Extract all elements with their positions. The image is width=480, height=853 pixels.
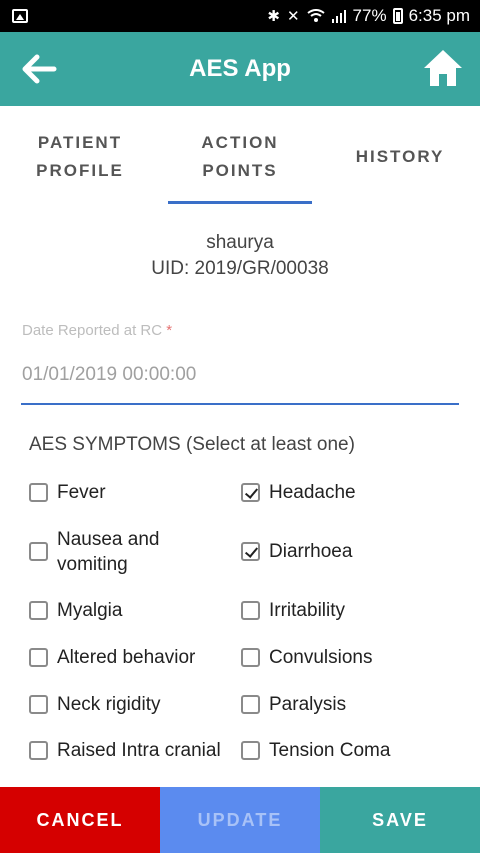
symptom-convulsions[interactable]: Convulsions — [241, 645, 373, 670]
symptom-label: Altered behavior — [57, 647, 196, 668]
symptom-label: Irritability — [269, 600, 346, 621]
symptom-headache[interactable]: Headache — [241, 480, 356, 505]
status-right: ✱ ✕ 77% 6:35 pm — [267, 6, 470, 26]
symptom-neck-rigidity[interactable]: Neck rigidity — [29, 692, 160, 717]
symptom-nausea-vomiting[interactable]: Nausea and vomiting — [29, 527, 159, 577]
symptom-irritability[interactable]: Irritability — [241, 598, 345, 623]
checkbox[interactable] — [29, 483, 48, 502]
symptom-label-line: vomiting — [57, 554, 128, 575]
symptom-label-line: Nausea and — [57, 529, 160, 550]
symptom-tension-coma[interactable]: Tension Coma — [241, 738, 390, 763]
checkbox[interactable] — [241, 483, 260, 502]
symptom-myalgia[interactable]: Myalgia — [29, 598, 122, 623]
tab-label: HISTORY — [355, 147, 445, 166]
checkbox[interactable] — [29, 741, 48, 760]
app-title: AES App — [189, 55, 291, 82]
image-icon — [12, 9, 28, 23]
symptom-diarrhoea[interactable]: Diarrhoea — [241, 539, 352, 564]
status-time: 6:35 pm — [408, 6, 470, 25]
symptom-label: Diarrhoea — [269, 541, 353, 562]
bottom-action-bar: CANCEL UPDATE SAVE — [0, 787, 480, 853]
date-reported-label-text: Date Reported at RC — [22, 322, 163, 339]
update-button[interactable]: UPDATE — [160, 787, 320, 853]
tab-bar: PATIENT PROFILE ACTION POINTS HISTORY — [0, 106, 480, 208]
symptom-label: Paralysis — [269, 694, 347, 715]
symptom-label: Convulsions — [269, 647, 373, 668]
checkbox[interactable] — [241, 741, 260, 760]
status-bar: ✱ ✕ 77% 6:35 pm — [0, 0, 480, 32]
tab-history[interactable]: HISTORY — [320, 106, 480, 208]
tab-label: PROFILE — [36, 161, 124, 180]
symptom-label: Raised Intra cranial — [57, 740, 221, 761]
bluetooth-icon: ✱ — [267, 8, 281, 25]
required-mark: * — [166, 322, 173, 339]
status-left — [12, 9, 28, 23]
patient-uid: UID: 2019/GR/00038 — [151, 258, 329, 279]
patient-name: shaurya — [206, 232, 274, 253]
symptom-fever[interactable]: Fever — [29, 480, 106, 505]
app-bar: AES App — [0, 32, 480, 106]
symptom-raised-intra-cranial[interactable]: Raised Intra cranial — [29, 738, 221, 763]
checkbox[interactable] — [29, 601, 48, 620]
checkbox[interactable] — [241, 695, 260, 714]
tab-patient-profile[interactable]: PATIENT PROFILE — [0, 106, 160, 208]
cancel-button[interactable]: CANCEL — [0, 787, 160, 853]
arrow-left-icon[interactable] — [18, 49, 58, 89]
checkbox[interactable] — [29, 648, 48, 667]
checkbox[interactable] — [29, 542, 48, 561]
tab-label: POINTS — [202, 161, 278, 180]
checkbox[interactable] — [241, 601, 260, 620]
date-reported-label: Date Reported at RC * — [22, 322, 172, 339]
symptom-altered-behavior[interactable]: Altered behavior — [29, 645, 195, 670]
date-reported-field[interactable]: 01/01/2019 00:00:00 — [22, 364, 196, 386]
symptom-label: Neck rigidity — [57, 694, 161, 715]
battery-icon — [392, 8, 403, 24]
tab-action-points[interactable]: ACTION POINTS — [160, 106, 320, 208]
signal-icon — [331, 10, 346, 23]
checkbox[interactable] — [241, 542, 260, 561]
tab-label: PATIENT — [37, 133, 123, 152]
checkbox[interactable] — [241, 648, 260, 667]
symptom-label: Nausea and vomiting — [57, 527, 159, 577]
date-field-underline — [21, 403, 459, 405]
save-button[interactable]: SAVE — [320, 787, 480, 853]
symptoms-title: AES SYMPTOMS (Select at least one) — [29, 434, 355, 455]
battery-percent: 77% — [352, 6, 387, 25]
home-icon[interactable] — [422, 47, 464, 89]
wifi-icon — [306, 9, 325, 22]
symptom-label: Tension Coma — [269, 740, 391, 761]
mute-icon: ✕ — [286, 8, 301, 25]
checkbox[interactable] — [29, 695, 48, 714]
symptom-label: Headache — [269, 482, 356, 503]
symptom-label: Myalgia — [57, 600, 123, 621]
symptom-paralysis[interactable]: Paralysis — [241, 692, 346, 717]
symptom-label: Fever — [57, 482, 106, 503]
tab-label: ACTION — [201, 133, 279, 152]
